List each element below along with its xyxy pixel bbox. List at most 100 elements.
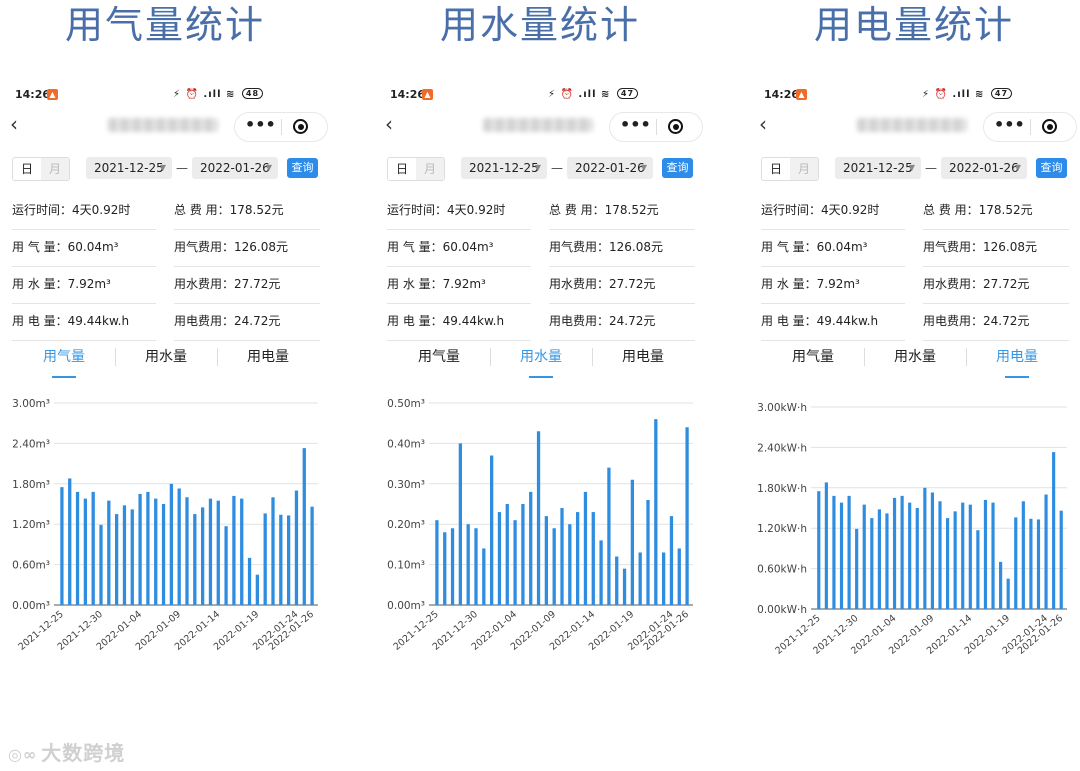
bar[interactable] [224,526,228,605]
bar[interactable] [232,495,236,605]
bar[interactable] [294,490,299,605]
tab-power[interactable]: 用电量 [967,346,1067,378]
bar[interactable] [976,530,980,609]
bar[interactable] [824,482,828,609]
day-option[interactable]: 日 [13,158,41,180]
back-arrow-icon[interactable]: ‹ [759,112,767,136]
end-date-select[interactable]: 2022-01-26 ▼ [567,157,653,179]
end-date-select[interactable]: 2022-01-26 ▼ [192,157,278,179]
bar[interactable] [91,491,95,605]
bar[interactable] [99,524,103,605]
bar[interactable] [114,514,119,605]
close-target-icon[interactable] [293,119,308,134]
more-menu-icon[interactable]: ••• [994,115,1025,134]
month-option[interactable]: 月 [790,158,818,180]
tab-power[interactable]: 用电量 [593,346,693,366]
bar[interactable] [489,455,494,605]
bar[interactable] [615,556,619,605]
bar[interactable] [497,512,502,605]
bar[interactable] [240,498,244,605]
bar[interactable] [817,491,821,609]
month-option[interactable]: 月 [41,158,69,180]
bar[interactable] [983,499,988,609]
bar[interactable] [302,448,306,605]
bar[interactable] [474,528,478,605]
tab-water[interactable]: 用水量 [491,346,591,378]
bar[interactable] [832,495,836,609]
more-menu-icon[interactable]: ••• [620,115,651,134]
bar[interactable] [685,427,689,605]
start-date-select[interactable]: 2021-12-25 ▼ [461,157,547,179]
bar[interactable] [458,443,463,605]
bar[interactable] [661,552,666,605]
bar[interactable] [286,515,291,605]
bar[interactable] [271,497,275,605]
bar[interactable] [505,504,509,605]
bar[interactable] [185,497,189,605]
query-button[interactable]: 查询 [287,158,318,178]
tab-power[interactable]: 用电量 [218,346,318,366]
bar[interactable] [560,508,564,605]
bar[interactable] [839,502,844,609]
query-button[interactable]: 查询 [662,158,693,178]
day-option[interactable]: 日 [388,158,416,180]
bar[interactable] [677,548,681,605]
bar[interactable] [1029,518,1033,609]
bar[interactable] [654,419,658,605]
bar[interactable] [855,528,859,609]
bar[interactable] [216,500,220,605]
bar[interactable] [568,524,572,605]
back-arrow-icon[interactable]: ‹ [385,112,393,136]
bar[interactable] [60,487,64,605]
bar[interactable] [513,520,517,605]
start-date-select[interactable]: 2021-12-25 ▼ [86,157,172,179]
close-target-icon[interactable] [1042,119,1057,134]
bar[interactable] [877,509,881,609]
bar[interactable] [607,467,611,605]
bar[interactable] [622,568,627,605]
bar[interactable] [263,513,267,605]
bar[interactable] [1036,519,1041,609]
end-date-select[interactable]: 2022-01-26 ▼ [941,157,1027,179]
back-arrow-icon[interactable]: ‹ [10,112,18,136]
bar[interactable] [130,509,134,605]
query-button[interactable]: 查询 [1036,158,1067,178]
bar[interactable] [1006,578,1010,609]
bar[interactable] [208,498,213,605]
tab-gas[interactable]: 用气量 [389,346,489,366]
bar[interactable] [177,488,181,605]
bar[interactable] [968,504,972,609]
bar[interactable] [862,504,866,609]
bar[interactable] [443,532,447,605]
bar[interactable] [521,504,525,605]
bar[interactable] [450,528,455,605]
bar[interactable] [638,552,642,605]
bar[interactable] [200,507,205,605]
bar[interactable] [279,514,283,605]
bar[interactable] [961,502,965,609]
bar[interactable] [892,497,897,609]
tab-gas[interactable]: 用气量 [763,346,863,366]
bar[interactable] [646,499,650,605]
month-option[interactable]: 月 [416,158,444,180]
bar[interactable] [669,516,674,605]
bar[interactable] [847,495,851,609]
bar[interactable] [583,491,588,605]
bar[interactable] [630,479,635,605]
bar[interactable] [247,557,252,605]
start-date-select[interactable]: 2021-12-25 ▼ [835,157,921,179]
bar[interactable] [435,520,439,605]
bar[interactable] [1059,510,1063,609]
bar[interactable] [1021,501,1025,609]
bar[interactable] [991,502,995,609]
bar[interactable] [1052,452,1056,609]
bar[interactable] [552,528,556,605]
bar[interactable] [870,518,874,609]
tab-gas[interactable]: 用气量 [14,346,114,378]
bar[interactable] [591,512,595,605]
bar[interactable] [1014,517,1018,609]
bar[interactable] [107,500,111,605]
bar[interactable] [122,505,127,605]
bar[interactable] [138,493,142,605]
bar[interactable] [75,491,80,605]
